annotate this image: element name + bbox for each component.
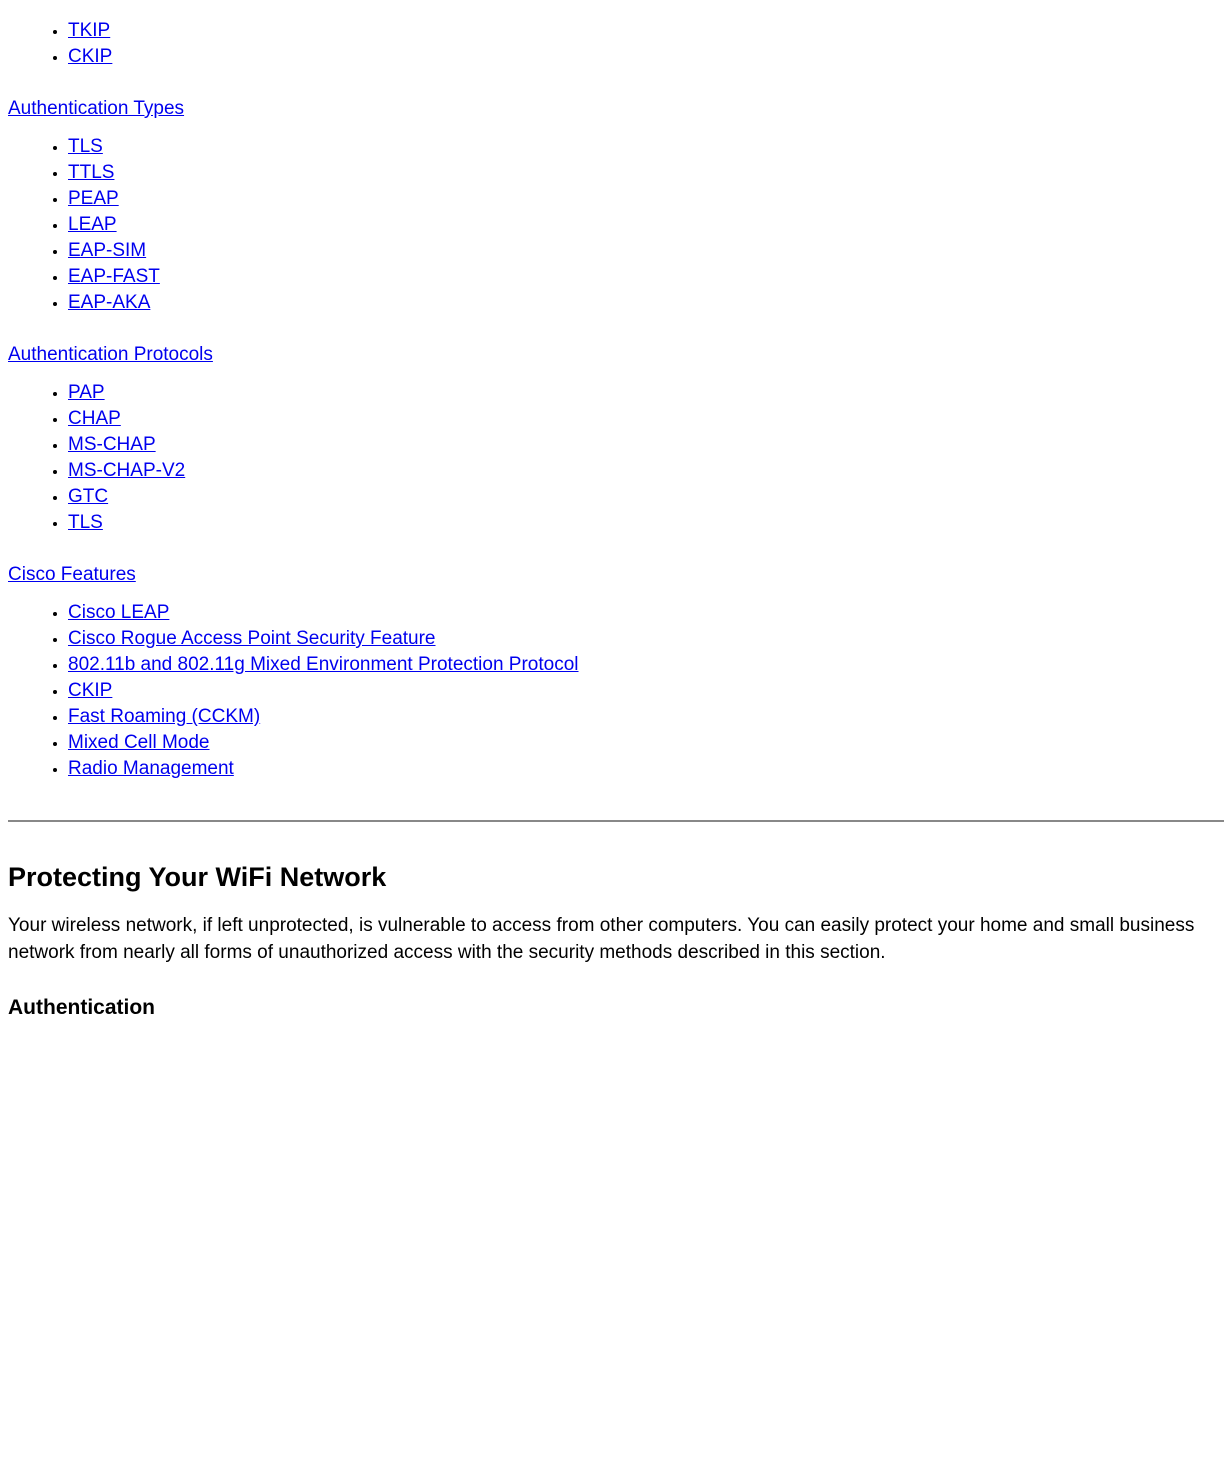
list-item: Fast Roaming (CCKM) [68,706,1224,728]
link-cisco-leap[interactable]: Cisco LEAP [68,602,169,623]
link-cisco-rogue-ap[interactable]: Cisco Rogue Access Point Security Featur… [68,628,436,649]
list-item: TKIP [68,20,1224,42]
list-item: PEAP [68,188,1224,210]
link-fast-roaming[interactable]: Fast Roaming (CCKM) [68,706,260,727]
link-tls-2[interactable]: TLS [68,512,103,533]
link-leap[interactable]: LEAP [68,214,117,235]
list-item: 802.11b and 802.11g Mixed Environment Pr… [68,654,1224,676]
section-link-authentication-protocols[interactable]: Authentication Protocols [8,344,1224,366]
link-ttls[interactable]: TTLS [68,162,114,183]
list-item: CKIP [68,680,1224,702]
list-item: Cisco LEAP [68,602,1224,624]
list-item: CHAP [68,408,1224,430]
top-list: TKIP CKIP [8,20,1224,68]
link-eap-sim[interactable]: EAP-SIM [68,240,146,261]
auth-types-list: TLS TTLS PEAP LEAP EAP-SIM EAP-FAST EAP-… [8,136,1224,314]
link-mixed-cell-mode[interactable]: Mixed Cell Mode [68,732,210,753]
link-tls[interactable]: TLS [68,136,103,157]
list-item: MS-CHAP-V2 [68,460,1224,482]
list-item: TTLS [68,162,1224,184]
divider [8,820,1224,822]
auth-protocols-list: PAP CHAP MS-CHAP MS-CHAP-V2 GTC TLS [8,382,1224,534]
list-item: Radio Management [68,758,1224,780]
link-pap[interactable]: PAP [68,382,105,403]
link-gtc[interactable]: GTC [68,486,108,507]
list-item: Cisco Rogue Access Point Security Featur… [68,628,1224,650]
link-ms-chap[interactable]: MS-CHAP [68,434,156,455]
link-eap-aka[interactable]: EAP-AKA [68,292,150,313]
heading-protecting-wifi: Protecting Your WiFi Network [8,862,1224,893]
link-mixed-env-protection[interactable]: 802.11b and 802.11g Mixed Environment Pr… [68,654,579,675]
section-link-cisco-features[interactable]: Cisco Features [8,564,1224,586]
list-item: EAP-SIM [68,240,1224,262]
list-item: CKIP [68,46,1224,68]
intro-paragraph: Your wireless network, if left unprotect… [8,913,1224,966]
link-ckip[interactable]: CKIP [68,46,112,67]
list-item: EAP-AKA [68,292,1224,314]
list-item: LEAP [68,214,1224,236]
link-ms-chap-v2[interactable]: MS-CHAP-V2 [68,460,185,481]
cisco-features-list: Cisco LEAP Cisco Rogue Access Point Secu… [8,602,1224,780]
list-item: Mixed Cell Mode [68,732,1224,754]
link-ckip-2[interactable]: CKIP [68,680,112,701]
section-link-authentication-types[interactable]: Authentication Types [8,98,1224,120]
list-item: TLS [68,136,1224,158]
link-tkip[interactable]: TKIP [68,20,110,41]
link-radio-management[interactable]: Radio Management [68,758,234,779]
list-item: TLS [68,512,1224,534]
list-item: PAP [68,382,1224,404]
list-item: GTC [68,486,1224,508]
list-item: EAP-FAST [68,266,1224,288]
link-eap-fast[interactable]: EAP-FAST [68,266,160,287]
link-peap[interactable]: PEAP [68,188,119,209]
link-chap[interactable]: CHAP [68,408,121,429]
list-item: MS-CHAP [68,434,1224,456]
heading-authentication: Authentication [8,996,1224,1020]
